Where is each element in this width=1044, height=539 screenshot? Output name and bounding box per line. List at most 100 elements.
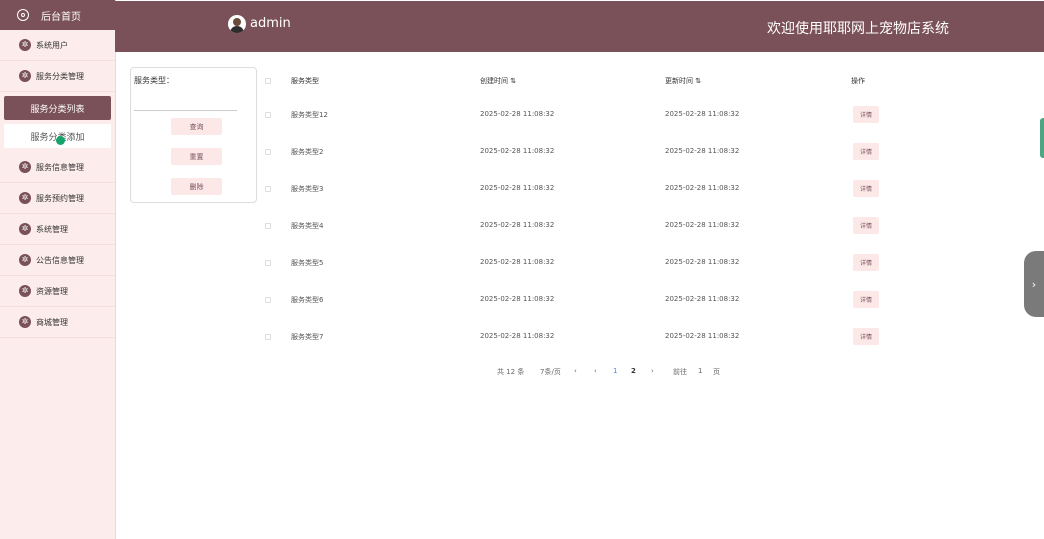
cell-type: 服务类型7 bbox=[291, 333, 324, 341]
table-row: 服务类型3 2025-02-28 11:08:32 2025-02-28 11:… bbox=[262, 180, 1022, 204]
cell-type: 服务类型5 bbox=[291, 259, 324, 267]
row-checkbox[interactable] bbox=[265, 112, 271, 118]
user-avatar[interactable] bbox=[228, 15, 246, 33]
menu-icon bbox=[19, 315, 31, 329]
delete-button[interactable]: 删除 bbox=[171, 178, 222, 195]
detail-button[interactable]: 详情 bbox=[853, 143, 879, 160]
menu-icon bbox=[19, 69, 31, 83]
table-row: 服务类型5 2025-02-28 11:08:32 2025-02-28 11:… bbox=[262, 254, 1022, 278]
cell-created: 2025-02-28 11:08:32 bbox=[480, 295, 555, 303]
column-header-type[interactable]: 服务类型 bbox=[291, 76, 319, 86]
column-header-label: 创建时间 bbox=[480, 77, 508, 85]
select-all-checkbox[interactable] bbox=[265, 78, 271, 84]
sidebar-home[interactable]: 后台首页 bbox=[0, 0, 115, 30]
home-icon bbox=[17, 9, 29, 21]
detail-button[interactable]: 详情 bbox=[853, 328, 879, 345]
cell-created: 2025-02-28 11:08:32 bbox=[480, 110, 555, 118]
row-checkbox[interactable] bbox=[265, 297, 271, 303]
column-header-created[interactable]: 创建时间 ⇅ bbox=[480, 76, 516, 86]
side-drawer-handle[interactable]: › bbox=[1024, 251, 1044, 317]
cell-created: 2025-02-28 11:08:32 bbox=[480, 221, 555, 229]
detail-button[interactable]: 详情 bbox=[853, 254, 879, 271]
table-row: 服务类型6 2025-02-28 11:08:32 2025-02-28 11:… bbox=[262, 291, 1022, 315]
cell-updated: 2025-02-28 11:08:32 bbox=[665, 147, 740, 155]
detail-button[interactable]: 详情 bbox=[853, 291, 879, 308]
detail-button[interactable]: 详情 bbox=[853, 217, 879, 234]
sidebar-item-service-category[interactable]: 服务分类管理 bbox=[0, 61, 115, 92]
top-header: admin 欢迎使用耶耶网上宠物店系统 bbox=[115, 1, 1044, 52]
cell-updated: 2025-02-28 11:08:32 bbox=[665, 184, 740, 192]
cell-type: 服务类型3 bbox=[291, 185, 324, 193]
service-type-input[interactable] bbox=[134, 90, 237, 111]
page-2-button[interactable]: 2 bbox=[631, 367, 636, 375]
cell-created: 2025-02-28 11:08:32 bbox=[480, 332, 555, 340]
cell-created: 2025-02-28 11:08:32 bbox=[480, 147, 555, 155]
table-row: 服务类型2 2025-02-28 11:08:32 2025-02-28 11:… bbox=[262, 143, 1022, 167]
cell-updated: 2025-02-28 11:08:32 bbox=[665, 258, 740, 266]
cell-type: 服务类型4 bbox=[291, 222, 324, 230]
column-header-label: 更新时间 bbox=[665, 77, 693, 85]
sidebar-item-label: 服务信息管理 bbox=[36, 162, 84, 172]
reset-button[interactable]: 重置 bbox=[171, 148, 222, 165]
sidebar-item-system-users[interactable]: 系统用户 bbox=[0, 30, 115, 61]
goto-label: 前往 bbox=[673, 368, 687, 376]
prev-page-icon[interactable]: ‹ bbox=[594, 367, 597, 375]
sidebar-item-service-booking[interactable]: 服务预约管理 bbox=[0, 183, 115, 214]
page-size-select[interactable]: 7条/页 bbox=[540, 367, 561, 377]
sidebar-item-announcements[interactable]: 公告信息管理 bbox=[0, 245, 115, 276]
query-button[interactable]: 查询 bbox=[171, 118, 222, 135]
menu-icon bbox=[19, 38, 31, 52]
cell-updated: 2025-02-28 11:08:32 bbox=[665, 295, 740, 303]
search-label: 服务类型： bbox=[134, 76, 174, 85]
cell-type: 服务类型6 bbox=[291, 296, 324, 304]
site-title: 欢迎使用耶耶网上宠物店系统 bbox=[767, 21, 949, 37]
sidebar-item-system-management[interactable]: 系统管理 bbox=[0, 214, 115, 245]
column-header-updated[interactable]: 更新时间 ⇅ bbox=[665, 76, 701, 86]
prev-more-icon[interactable]: ‹ bbox=[574, 367, 577, 375]
sort-icon: ⇅ bbox=[510, 77, 517, 85]
sort-icon: ⇅ bbox=[695, 77, 702, 85]
table-row: 服务类型4 2025-02-28 11:08:32 2025-02-28 11:… bbox=[262, 217, 1022, 241]
side-scroll-marker bbox=[1040, 118, 1044, 158]
cell-created: 2025-02-28 11:08:32 bbox=[480, 258, 555, 266]
table-row: 服务类型7 2025-02-28 11:08:32 2025-02-28 11:… bbox=[262, 328, 1022, 352]
cell-updated: 2025-02-28 11:08:32 bbox=[665, 221, 740, 229]
table-header: 服务类型 创建时间 ⇅ 更新时间 ⇅ 操作 bbox=[262, 76, 1022, 86]
pagination-total: 共 12 条 bbox=[497, 368, 525, 376]
sidebar-subitem-category-list[interactable]: 服务分类列表 bbox=[4, 96, 111, 120]
sidebar-item-label: 服务分类管理 bbox=[36, 71, 84, 81]
row-checkbox[interactable] bbox=[265, 334, 271, 340]
table-row: 服务类型12 2025-02-28 11:08:32 2025-02-28 11… bbox=[262, 106, 1022, 130]
mouse-cursor-icon bbox=[56, 136, 65, 145]
row-checkbox[interactable] bbox=[265, 223, 271, 229]
page-suffix: 页 bbox=[713, 368, 720, 376]
detail-button[interactable]: 详情 bbox=[853, 180, 879, 197]
sidebar-subitem-category-add[interactable]: 服务分类添加 bbox=[4, 124, 111, 148]
chevron-right-icon: › bbox=[1031, 277, 1037, 291]
sidebar-item-service-info[interactable]: 服务信息管理 bbox=[0, 152, 115, 183]
cell-updated: 2025-02-28 11:08:32 bbox=[665, 332, 740, 340]
cell-type: 服务类型12 bbox=[291, 111, 328, 119]
sidebar-item-label: 公告信息管理 bbox=[36, 255, 84, 265]
sidebar-item-label: 系统管理 bbox=[36, 224, 68, 234]
page-1-button[interactable]: 1 bbox=[613, 367, 617, 375]
next-page-icon[interactable]: › bbox=[651, 367, 654, 375]
cell-created: 2025-02-28 11:08:32 bbox=[480, 184, 555, 192]
cell-updated: 2025-02-28 11:08:32 bbox=[665, 110, 740, 118]
detail-button[interactable]: 详情 bbox=[853, 106, 879, 123]
sidebar-item-label: 商城管理 bbox=[36, 317, 68, 327]
row-checkbox[interactable] bbox=[265, 186, 271, 192]
sidebar-item-label: 服务预约管理 bbox=[36, 193, 84, 203]
menu-icon bbox=[19, 160, 31, 174]
sidebar-item-resources[interactable]: 资源管理 bbox=[0, 276, 115, 307]
search-panel: 服务类型： 查询 重置 删除 bbox=[130, 67, 257, 203]
goto-input[interactable]: 1 bbox=[698, 367, 702, 375]
username[interactable]: admin bbox=[250, 16, 291, 31]
menu-icon bbox=[19, 222, 31, 236]
sidebar-item-mall[interactable]: 商城管理 bbox=[0, 307, 115, 338]
menu-icon bbox=[19, 191, 31, 205]
menu-icon bbox=[19, 284, 31, 298]
row-checkbox[interactable] bbox=[265, 260, 271, 266]
row-checkbox[interactable] bbox=[265, 149, 271, 155]
sidebar-item-label: 资源管理 bbox=[36, 286, 68, 296]
